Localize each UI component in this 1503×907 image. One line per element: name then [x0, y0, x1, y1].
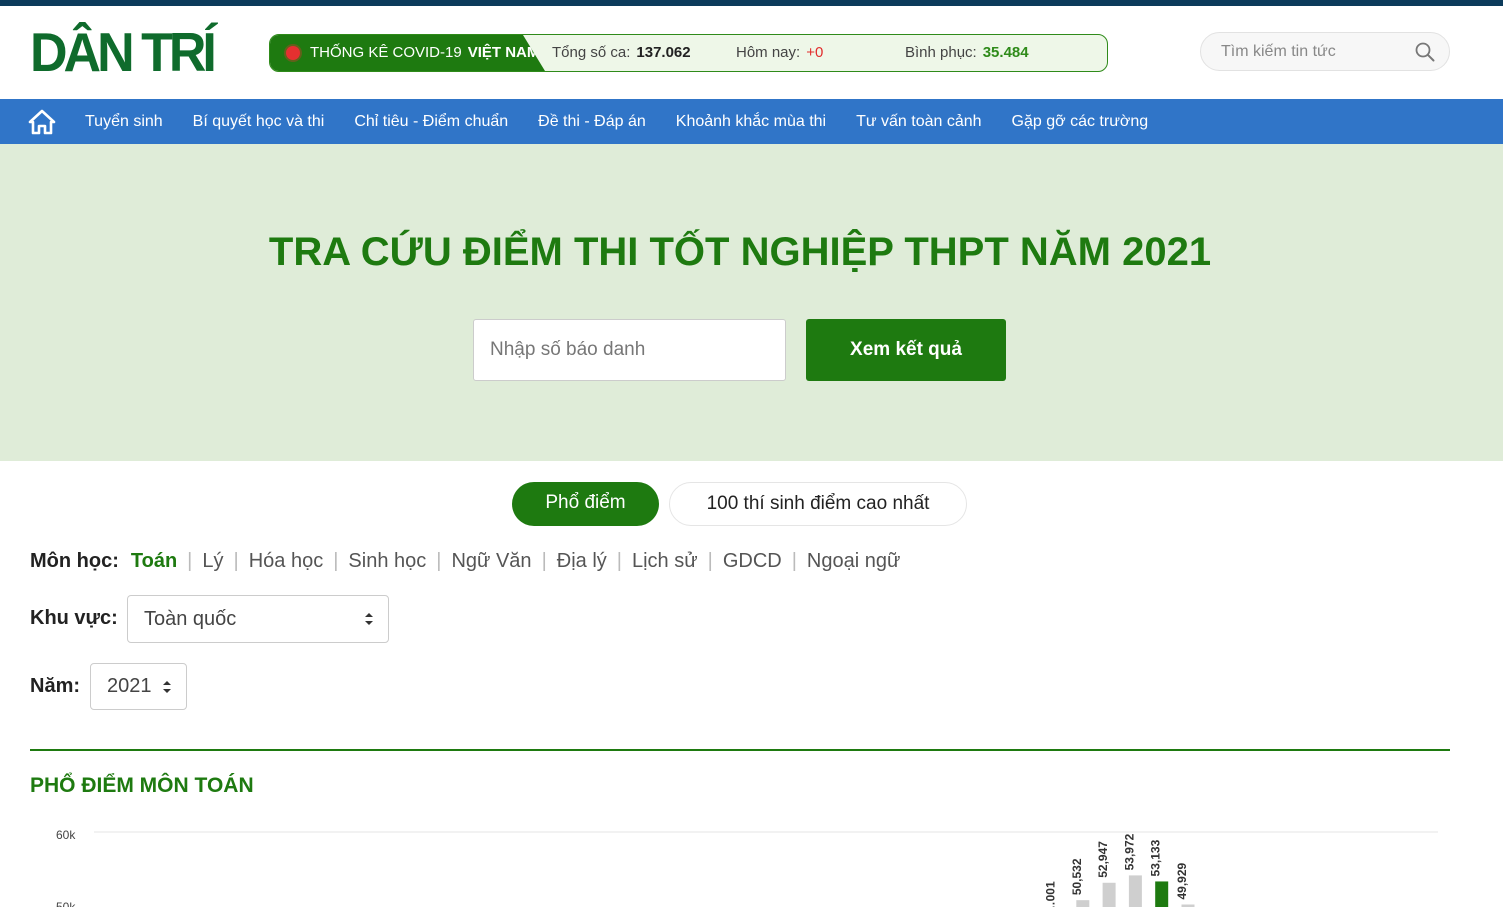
home-icon[interactable] — [28, 109, 56, 135]
covid-recovered: Bình phục: 35.484 — [905, 35, 1029, 71]
covid-total: Tổng số ca: 137.062 — [552, 35, 691, 71]
chart-bar[interactable] — [1128, 875, 1142, 907]
subject-lich-su[interactable]: Lịch sử — [632, 550, 698, 572]
bar-data-label: 53,972 — [1122, 833, 1136, 870]
subject-filter: Môn học: Toán | Lý | Hóa học | Sinh học | Ngữ Văn… — [30, 548, 900, 574]
bar-data-label: 52,947 — [1096, 841, 1110, 878]
subject-hoa-hoc[interactable]: Hóa học — [249, 550, 324, 572]
select-arrows-icon — [163, 680, 171, 693]
site-header: DÂN TRÍ THỐNG KÊ COVID-19 VIỆT NAM Tổng s… — [0, 6, 1503, 99]
chart-bar[interactable] — [1102, 882, 1116, 907]
y-tick-60k: 60k — [56, 828, 76, 842]
year-label: Năm: — [30, 675, 81, 697]
subject-ngoai-ngu[interactable]: Ngoại ngữ — [807, 550, 900, 572]
chart-bar[interactable] — [1076, 900, 1090, 907]
nav-item-khoanh-khac[interactable]: Khoảnh khắc mùa thi — [661, 99, 841, 144]
nav-item-gap-go[interactable]: Gặp gỡ các trường — [997, 99, 1164, 144]
covid-today: Hôm nay: +0 — [736, 35, 823, 71]
lookup-hero: TRA CỨU ĐIỂM THI TỐT NGHIỆP THPT NĂM 202… — [0, 144, 1503, 461]
bar-data-label: 49,929 — [1175, 862, 1189, 899]
today-label: Hôm nay: — [736, 44, 801, 61]
search-input[interactable] — [1221, 33, 1411, 70]
nav-list: Tuyển sinh Bí quyết học và thi Chỉ tiêu … — [70, 99, 1163, 144]
year-value: 2021 — [107, 675, 152, 697]
separator: | — [436, 550, 442, 572]
recovered-label: Bình phục: — [905, 44, 977, 61]
region-select[interactable]: Toàn quốc — [127, 595, 389, 643]
nav-item-de-thi[interactable]: Đề thi - Đáp án — [523, 99, 661, 144]
page-title: TRA CỨU ĐIỂM THI TỐT NGHIỆP THPT NĂM 202… — [268, 230, 1212, 274]
chart-bar[interactable] — [1155, 881, 1169, 907]
subject-sinh-hoc[interactable]: Sinh học — [348, 550, 426, 572]
select-arrows-icon — [365, 613, 373, 625]
separator: | — [233, 550, 239, 572]
search-icon[interactable] — [1415, 42, 1435, 62]
dantri-logo[interactable]: DÂN TRÍ — [30, 26, 217, 81]
subject-ly[interactable]: Lý — [202, 550, 223, 572]
candidate-number-input[interactable] — [473, 319, 786, 381]
chart-title: PHỔ ĐIỂM MÔN TOÁN — [30, 774, 254, 797]
view-result-button[interactable]: Xem kết quả — [806, 319, 1006, 381]
nav-item-bi-quyet[interactable]: Bí quyết học và thi — [178, 99, 340, 144]
separator: | — [707, 550, 713, 572]
tab-top-100[interactable]: 100 thí sinh điểm cao nhất — [669, 482, 967, 526]
recovered-value: 35.484 — [982, 44, 1029, 61]
section-divider — [30, 749, 1450, 751]
virus-icon — [286, 46, 300, 60]
nav-item-chi-tieu[interactable]: Chỉ tiêu - Điểm chuẩn — [339, 99, 523, 144]
subject-toan[interactable]: Toán — [131, 550, 177, 572]
score-distribution-chart: 60k 50k …001 50,532 52,947 53,972 53,133 49,9… — [56, 828, 1438, 907]
bar-group: …00150,53252,94753,97253,13349,929…5 — [1044, 833, 1195, 907]
bar-data-label: 50,532 — [1070, 858, 1084, 895]
covid-stats-bar[interactable]: THỐNG KÊ COVID-19 VIỆT NAM Tổng số ca: 137… — [269, 34, 1108, 72]
separator: | — [791, 550, 797, 572]
region-value: Toàn quốc — [144, 608, 237, 630]
search-box — [1200, 32, 1450, 71]
separator: | — [187, 550, 193, 572]
nav-item-tu-van[interactable]: Tư vấn toàn cảnh — [841, 99, 996, 144]
bar-data-label: …001 — [1044, 881, 1058, 907]
separator: | — [333, 550, 339, 572]
nav-item-tuyen-sinh[interactable]: Tuyển sinh — [70, 99, 178, 144]
main-nav: Tuyển sinh Bí quyết học và thi Chỉ tiêu … — [0, 99, 1503, 144]
covid-country: VIỆT NAM — [467, 44, 540, 61]
separator: | — [616, 550, 622, 572]
subject-label: Môn học: — [30, 550, 119, 572]
subject-dia-ly[interactable]: Địa lý — [557, 550, 607, 572]
region-label: Khu vực: — [30, 607, 118, 629]
today-value: +0 — [806, 44, 824, 61]
year-select[interactable]: 2021 — [90, 663, 187, 710]
total-value: 137.062 — [636, 44, 691, 61]
bar-data-label: 53,133 — [1149, 839, 1163, 876]
covid-title: THỐNG KÊ COVID-19 — [310, 44, 462, 61]
tab-score-distribution[interactable]: Phổ điểm — [512, 482, 659, 526]
covid-label: THỐNG KÊ COVID-19 VIỆT NAM — [270, 35, 545, 71]
subject-gdcd[interactable]: GDCD — [723, 550, 782, 572]
total-label: Tổng số ca: — [552, 44, 631, 61]
separator: | — [541, 550, 547, 572]
y-tick-50k: 50k — [56, 900, 76, 907]
subject-ngu-van[interactable]: Ngữ Văn — [451, 550, 531, 572]
